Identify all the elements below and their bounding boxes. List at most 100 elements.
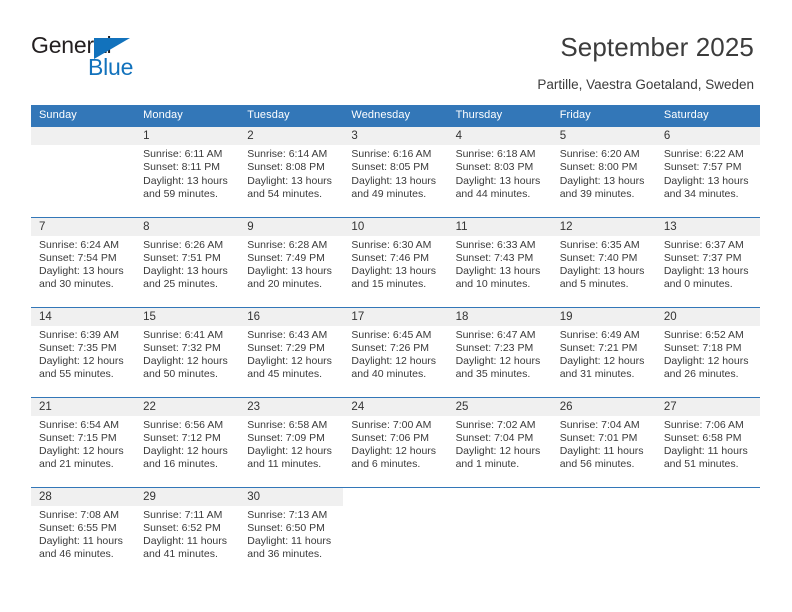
daylight-text-line2: and 5 minutes.: [559, 278, 629, 291]
daylight-text-line2: and 36 minutes.: [247, 548, 322, 561]
daylight-text-line1: Daylight: 12 hours: [559, 355, 645, 368]
sunset-text: Sunset: 6:58 PM: [663, 431, 742, 444]
calendar-day-cell[interactable]: 1 Sunrise: 6:11 AM Sunset: 8:11 PM Daylight…: [135, 127, 240, 217]
daylight-text-line1: Daylight: 13 hours: [663, 265, 749, 278]
sunrise-text: Sunrise: 6:41 AM: [143, 328, 224, 341]
sunrise-text: Sunrise: 6:43 AM: [247, 328, 328, 341]
day-number: 13: [655, 217, 760, 236]
calendar-day-cell[interactable]: 20 Sunrise: 6:52 AM Sunset: 7:18 PM Dayligh…: [655, 306, 760, 397]
calendar-day-cell[interactable]: 27 Sunrise: 7:06 AM Sunset: 6:58 PM Dayligh…: [655, 396, 760, 487]
calendar-day-cell[interactable]: 25 Sunrise: 7:02 AM Sunset: 7:04 PM Dayligh…: [447, 396, 552, 487]
calendar-day-cell[interactable]: 17 Sunrise: 6:45 AM Sunset: 7:26 PM Dayligh…: [343, 306, 448, 397]
calendar-day-cell[interactable]: 11 Sunrise: 6:33 AM Sunset: 7:43 PM Dayligh…: [447, 216, 552, 307]
daylight-text-line2: and 40 minutes.: [351, 368, 427, 381]
calendar-day-cell[interactable]: 30 Sunrise: 7:13 AM Sunset: 6:50 PM Dayligh…: [239, 486, 344, 577]
daylight-text-line2: and 49 minutes.: [351, 187, 427, 200]
day-number: 17: [343, 307, 448, 326]
sunrise-text: Sunrise: 6:26 AM: [143, 238, 224, 251]
daylight-text-line2: and 1 minute.: [455, 458, 520, 471]
daylight-text-line1: Daylight: 12 hours: [351, 445, 437, 458]
day-sun-info: Sunrise: 6:28 AM Sunset: 7:49 PM Daylight:…: [239, 236, 343, 292]
page-header: General Blue September 2025 Partille, Va…: [0, 0, 792, 100]
day-sun-info: Sunrise: 6:43 AM Sunset: 7:29 PM Daylight:…: [239, 326, 343, 382]
calendar-day-cell[interactable]: 3 Sunrise: 6:16 AM Sunset: 8:05 PM Daylight…: [343, 127, 448, 217]
sunrise-text: Sunrise: 7:04 AM: [559, 418, 640, 431]
calendar-day-cell[interactable]: 19 Sunrise: 6:49 AM Sunset: 7:21 PM Dayligh…: [551, 306, 656, 397]
sunset-text: Sunset: 8:05 PM: [351, 161, 430, 174]
sunset-text: Sunset: 6:55 PM: [39, 521, 117, 534]
calendar-day-cell[interactable]: 21 Sunrise: 6:54 AM Sunset: 7:15 PM Dayligh…: [31, 396, 136, 487]
day-number: 22: [135, 397, 240, 416]
daylight-text-line2: and 55 minutes.: [39, 368, 114, 381]
daylight-text-line2: and 56 minutes.: [559, 458, 635, 471]
daylight-text-line2: and 11 minutes.: [247, 458, 322, 471]
daylight-text-line1: Daylight: 12 hours: [351, 355, 437, 368]
sunset-text: Sunset: 8:08 PM: [247, 161, 325, 174]
sunset-text: Sunset: 6:50 PM: [247, 521, 325, 534]
calendar-day-cell[interactable]: 8 Sunrise: 6:26 AM Sunset: 7:51 PM Daylight…: [135, 216, 240, 307]
daylight-text-line1: Daylight: 11 hours: [663, 445, 748, 458]
daylight-text-line2: and 50 minutes.: [143, 368, 218, 381]
sunrise-text: Sunrise: 6:37 AM: [663, 238, 744, 251]
day-number: [447, 487, 552, 506]
calendar-day-cell[interactable]: 16 Sunrise: 6:43 AM Sunset: 7:29 PM Dayligh…: [239, 306, 344, 397]
daylight-text-line2: and 41 minutes.: [143, 548, 218, 561]
day-number: 30: [239, 487, 344, 506]
daylight-text-line2: and 20 minutes.: [247, 278, 322, 291]
calendar-day-cell[interactable]: 2 Sunrise: 6:14 AM Sunset: 8:08 PM Daylight…: [239, 127, 344, 217]
sunrise-text: Sunrise: 6:56 AM: [143, 418, 224, 431]
calendar-day-cell[interactable]: 14 Sunrise: 6:39 AM Sunset: 7:35 PM Dayligh…: [31, 306, 136, 397]
calendar-day-cell[interactable]: 23 Sunrise: 6:58 AM Sunset: 7:09 PM Dayligh…: [239, 396, 344, 487]
day-sun-info: Sunrise: 6:58 AM Sunset: 7:09 PM Daylight:…: [239, 416, 343, 472]
day-sun-info: Sunrise: 7:06 AM Sunset: 6:58 PM Daylight:…: [656, 416, 760, 472]
sunrise-text: Sunrise: 7:02 AM: [455, 418, 536, 431]
calendar-day-cell[interactable]: 6 Sunrise: 6:22 AM Sunset: 7:57 PM Daylight…: [655, 127, 760, 217]
calendar-day-cell[interactable]: 26 Sunrise: 7:04 AM Sunset: 7:01 PM Dayligh…: [551, 396, 656, 487]
calendar-day-cell[interactable]: 7 Sunrise: 6:24 AM Sunset: 7:54 PM Daylight…: [31, 216, 136, 307]
day-number: 9: [239, 217, 344, 236]
sunset-text: Sunset: 7:57 PM: [663, 161, 742, 174]
calendar-day-cell[interactable]: 13 Sunrise: 6:37 AM Sunset: 7:37 PM Dayligh…: [655, 216, 760, 307]
general-blue-logo[interactable]: General Blue: [31, 32, 231, 86]
calendar-day-cell[interactable]: 15 Sunrise: 6:41 AM Sunset: 7:32 PM Dayligh…: [135, 306, 240, 397]
calendar-week-row: 21 Sunrise: 6:54 AM Sunset: 7:15 PM Dayligh…: [31, 396, 760, 487]
day-number: 21: [31, 397, 136, 416]
day-sun-info: Sunrise: 6:52 AM Sunset: 7:18 PM Daylight:…: [656, 326, 760, 382]
daylight-text-line2: and 44 minutes.: [455, 187, 531, 200]
sunset-text: Sunset: 7:54 PM: [39, 251, 117, 264]
daylight-text-line1: Daylight: 12 hours: [247, 445, 332, 458]
daylight-text-line2: and 15 minutes.: [351, 278, 427, 291]
calendar-day-cell[interactable]: 9 Sunrise: 6:28 AM Sunset: 7:49 PM Daylight…: [239, 216, 344, 307]
day-number: 7: [31, 217, 136, 236]
calendar-day-cell[interactable]: 12 Sunrise: 6:35 AM Sunset: 7:40 PM Dayligh…: [551, 216, 656, 307]
daylight-text-line2: and 0 minutes.: [663, 278, 733, 291]
calendar-day-cell[interactable]: 22 Sunrise: 6:56 AM Sunset: 7:12 PM Dayligh…: [135, 396, 240, 487]
daylight-text-line2: and 46 minutes.: [39, 548, 114, 561]
calendar-day-cell[interactable]: 28 Sunrise: 7:08 AM Sunset: 6:55 PM Dayligh…: [31, 486, 136, 577]
calendar-day-cell[interactable]: 10 Sunrise: 6:30 AM Sunset: 7:46 PM Dayligh…: [343, 216, 448, 307]
day-number: 25: [447, 397, 552, 416]
day-number: 27: [655, 397, 760, 416]
day-number: 14: [31, 307, 136, 326]
day-sun-info: Sunrise: 6:26 AM Sunset: 7:51 PM Daylight:…: [135, 236, 239, 292]
sunset-text: Sunset: 7:35 PM: [39, 341, 117, 354]
daylight-text-line1: Daylight: 11 hours: [559, 445, 644, 458]
calendar-empty-cell: [343, 486, 448, 577]
day-sun-info: Sunrise: 6:35 AM Sunset: 7:40 PM Daylight:…: [552, 236, 656, 292]
daylight-text-line1: Daylight: 11 hours: [247, 535, 332, 548]
calendar-day-cell[interactable]: 4 Sunrise: 6:18 AM Sunset: 8:03 PM Daylight…: [447, 127, 552, 217]
day-sun-info: Sunrise: 6:22 AM Sunset: 7:57 PM Daylight:…: [656, 145, 760, 201]
calendar-day-cell[interactable]: 29 Sunrise: 7:11 AM Sunset: 6:52 PM Dayligh…: [135, 486, 240, 577]
sunrise-text: Sunrise: 6:54 AM: [39, 418, 119, 431]
day-number: [551, 487, 656, 506]
calendar-day-cell[interactable]: 24 Sunrise: 7:00 AM Sunset: 7:06 PM Dayligh…: [343, 396, 448, 487]
day-number: 10: [343, 217, 448, 236]
day-number: 2: [239, 127, 344, 145]
calendar-day-cell[interactable]: 5 Sunrise: 6:20 AM Sunset: 8:00 PM Daylight…: [551, 127, 656, 217]
page-subtitle-location: Partille, Vaestra Goetaland, Sweden: [537, 77, 754, 92]
sunset-text: Sunset: 7:15 PM: [39, 431, 117, 444]
calendar-day-cell[interactable]: 18 Sunrise: 6:47 AM Sunset: 7:23 PM Dayligh…: [447, 306, 552, 397]
daylight-text-line1: Daylight: 12 hours: [143, 445, 228, 458]
day-number: 15: [135, 307, 240, 326]
daylight-text-line1: Daylight: 12 hours: [143, 355, 228, 368]
